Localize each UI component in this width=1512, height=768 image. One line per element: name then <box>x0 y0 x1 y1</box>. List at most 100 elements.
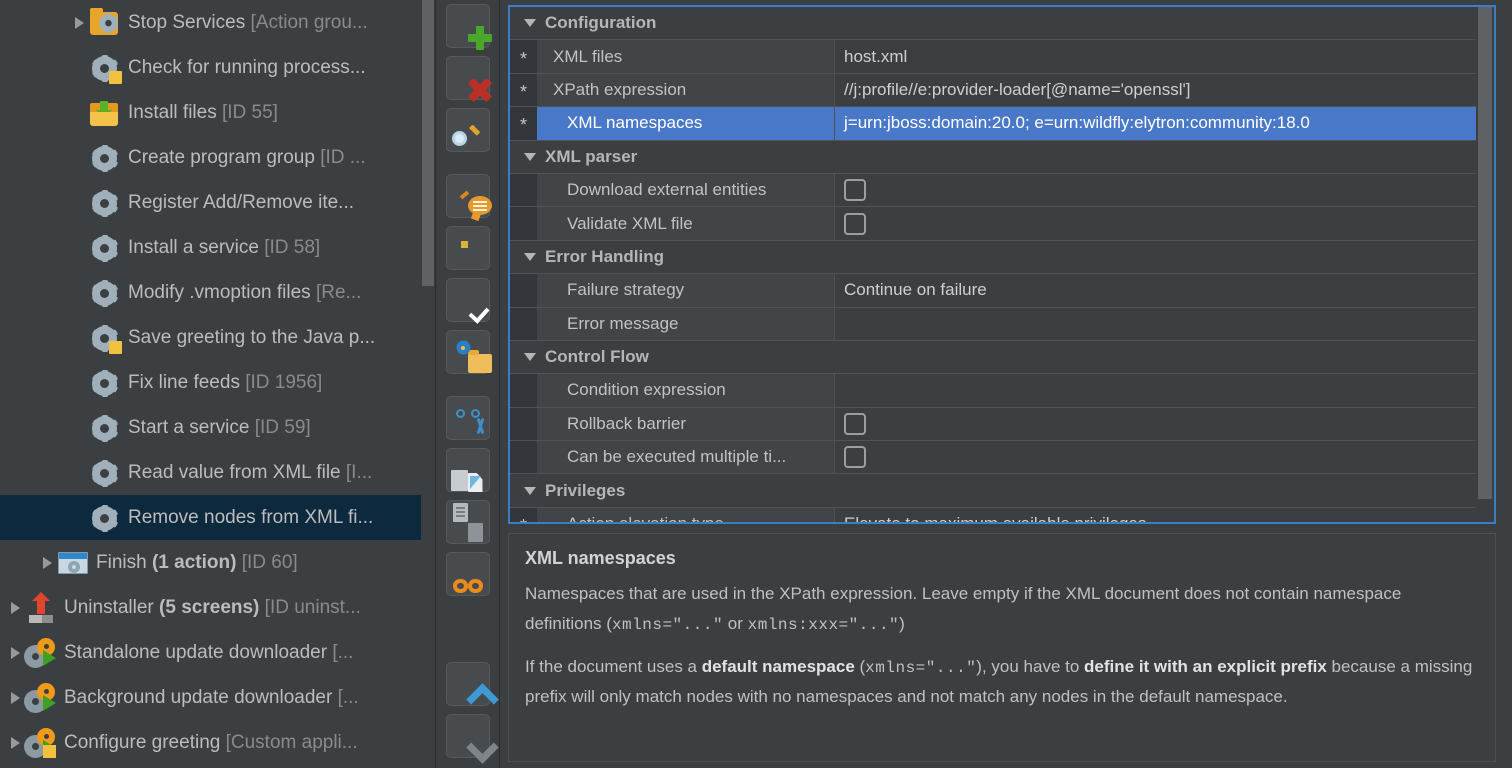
tree-expand-arrow-icon[interactable] <box>4 585 26 630</box>
property-name: Error message <box>537 307 835 341</box>
action-toolbar[interactable] <box>436 0 500 768</box>
enable-button[interactable] <box>445 278 490 322</box>
checkbox[interactable] <box>844 412 866 435</box>
tree-item-label: Create program group [ID ... <box>128 146 366 168</box>
property-group-header[interactable]: Privileges <box>510 474 1478 508</box>
property-group-cell[interactable]: Error Handling <box>510 241 1478 275</box>
tree-expand-arrow-icon[interactable] <box>68 0 90 45</box>
find-button[interactable] <box>445 108 490 152</box>
checkbox[interactable] <box>844 179 866 202</box>
tree-item[interactable]: Uninstaller (5 screens) [ID uninst... <box>0 585 435 630</box>
tree-item[interactable]: Modify .vmoption files [Re... <box>0 270 435 315</box>
tree-expand-arrow-icon[interactable] <box>36 540 58 585</box>
property-row[interactable]: * XML files host.xml <box>510 40 1478 74</box>
tree-scrollbar[interactable] <box>421 0 435 768</box>
property-value[interactable]: Continue on failure <box>835 274 1478 308</box>
property-value[interactable] <box>835 441 1478 475</box>
move-up-button[interactable] <box>445 662 490 706</box>
checkbox[interactable] <box>844 212 866 235</box>
tree-item[interactable]: Install files [ID 55] <box>0 90 435 135</box>
comment-button[interactable] <box>445 174 492 218</box>
property-value[interactable] <box>835 207 1478 241</box>
checkbox[interactable] <box>844 446 866 469</box>
updater-note-icon <box>26 729 56 758</box>
property-row[interactable]: * XML namespaces j=urn:jboss:domain:20.0; … <box>510 107 1478 141</box>
gear-icon <box>91 189 118 217</box>
updater-note-icon <box>26 728 56 758</box>
property-row[interactable]: Failure strategy Continue on failure <box>510 274 1478 308</box>
property-group-header[interactable]: Configuration <box>510 7 1478 41</box>
link-button[interactable] <box>445 552 490 596</box>
tree-item[interactable]: Check for running process... <box>0 45 435 90</box>
tree-scrollbar-thumb[interactable] <box>422 0 434 286</box>
tree-item[interactable]: Save greeting to the Java p... <box>0 315 435 360</box>
property-value[interactable]: j=urn:jboss:domain:20.0; e=urn:wildfly:e… <box>835 107 1478 141</box>
property-group-cell[interactable]: Configuration <box>510 7 1478 41</box>
tree-item[interactable]: Start a service [ID 59] <box>0 405 435 450</box>
property-row[interactable]: Condition expression <box>510 374 1478 408</box>
tree-expand-arrow-icon[interactable] <box>4 720 26 765</box>
collapse-triangle-icon[interactable] <box>524 152 536 161</box>
property-value[interactable]: //j:profile//e:provider-loader[@name='op… <box>835 73 1478 108</box>
gear-icon <box>91 504 118 532</box>
open-folder-button[interactable] <box>445 330 492 374</box>
tree-arrow-placeholder <box>68 360 90 405</box>
property-value[interactable]: Elevate to maximum available privileges <box>835 507 1478 522</box>
tree-item-label: Fix line feeds [ID 1956] <box>128 371 323 393</box>
properties-table[interactable]: Configuration * XML files host.xml * XPath ex… <box>508 5 1496 524</box>
property-group-header[interactable]: Control Flow <box>510 340 1478 375</box>
desc-p1-text-b: or <box>723 614 748 634</box>
delete-button[interactable] <box>445 56 490 100</box>
tree-item[interactable]: Read value from XML file [I... <box>0 450 435 495</box>
tree-item[interactable]: Standalone update downloader [... <box>0 630 435 675</box>
property-group-cell[interactable]: Privileges <box>510 474 1478 508</box>
property-row[interactable]: Rollback barrier <box>510 407 1478 442</box>
tree-item[interactable]: Install a service [ID 58] <box>0 225 435 270</box>
tree-item[interactable]: Create program group [ID ... <box>0 135 435 180</box>
paste-button[interactable] <box>445 500 490 544</box>
property-row[interactable]: * XPath expression//j:profile//e:provider… <box>510 73 1478 108</box>
action-tree-panel[interactable]: Stop Services [Action grou... Check for r… <box>0 0 436 768</box>
note-button[interactable] <box>445 226 490 270</box>
property-value[interactable] <box>835 374 1478 408</box>
properties-scrollbar[interactable] <box>1476 7 1494 522</box>
gear-icon <box>90 233 120 263</box>
tree-item[interactable]: Fix line feeds [ID 1956] <box>0 360 435 405</box>
required-marker <box>510 407 537 442</box>
property-row[interactable]: *Action elevation typeElevate to maximum… <box>510 507 1478 522</box>
move-down-button[interactable] <box>445 714 490 758</box>
property-row[interactable]: Can be executed multiple ti... <box>510 441 1478 475</box>
property-value[interactable] <box>835 173 1478 208</box>
property-group-cell[interactable]: Control Flow <box>510 341 1478 375</box>
properties-scrollbar-thumb[interactable] <box>1478 7 1492 499</box>
property-group-cell[interactable]: XML parser <box>510 141 1478 174</box>
action-tree-list[interactable]: Stop Services [Action grou... Check for r… <box>0 0 435 765</box>
tree-item[interactable]: Background update downloader [... <box>0 675 435 720</box>
tree-item[interactable]: Stop Services [Action grou... <box>0 0 435 45</box>
property-value[interactable]: host.xml <box>835 40 1478 74</box>
property-group-header[interactable]: XML parser <box>510 140 1478 174</box>
add-button[interactable] <box>445 4 490 48</box>
required-marker <box>510 441 537 475</box>
tree-expand-arrow-icon[interactable] <box>4 630 26 675</box>
window-icon <box>58 551 88 574</box>
property-name: Rollback barrier <box>537 407 835 442</box>
property-value[interactable] <box>835 407 1478 442</box>
tree-item[interactable]: Register Add/Remove ite... <box>0 180 435 225</box>
property-value[interactable] <box>835 307 1478 341</box>
cut-button[interactable] <box>445 396 490 440</box>
tree-item[interactable]: Configure greeting [Custom appli... <box>0 720 435 765</box>
collapse-triangle-icon[interactable] <box>524 353 536 362</box>
copy-button[interactable] <box>445 448 490 492</box>
tree-item[interactable]: Finish (1 action) [ID 60] <box>0 540 435 585</box>
property-group-header[interactable]: Error Handling <box>510 240 1478 275</box>
collapse-triangle-icon[interactable] <box>524 19 536 28</box>
property-row[interactable]: Error message <box>510 307 1478 341</box>
collapse-triangle-icon[interactable] <box>524 486 536 495</box>
tree-item[interactable]: Remove nodes from XML fi... <box>0 495 435 540</box>
tree-expand-arrow-icon[interactable] <box>4 675 26 720</box>
property-row[interactable]: Download external entities <box>510 173 1478 208</box>
property-row[interactable]: Validate XML file <box>510 207 1478 241</box>
collapse-triangle-icon[interactable] <box>524 252 536 261</box>
desc-p1-code-2: xmlns:xxx="..." <box>747 616 900 635</box>
